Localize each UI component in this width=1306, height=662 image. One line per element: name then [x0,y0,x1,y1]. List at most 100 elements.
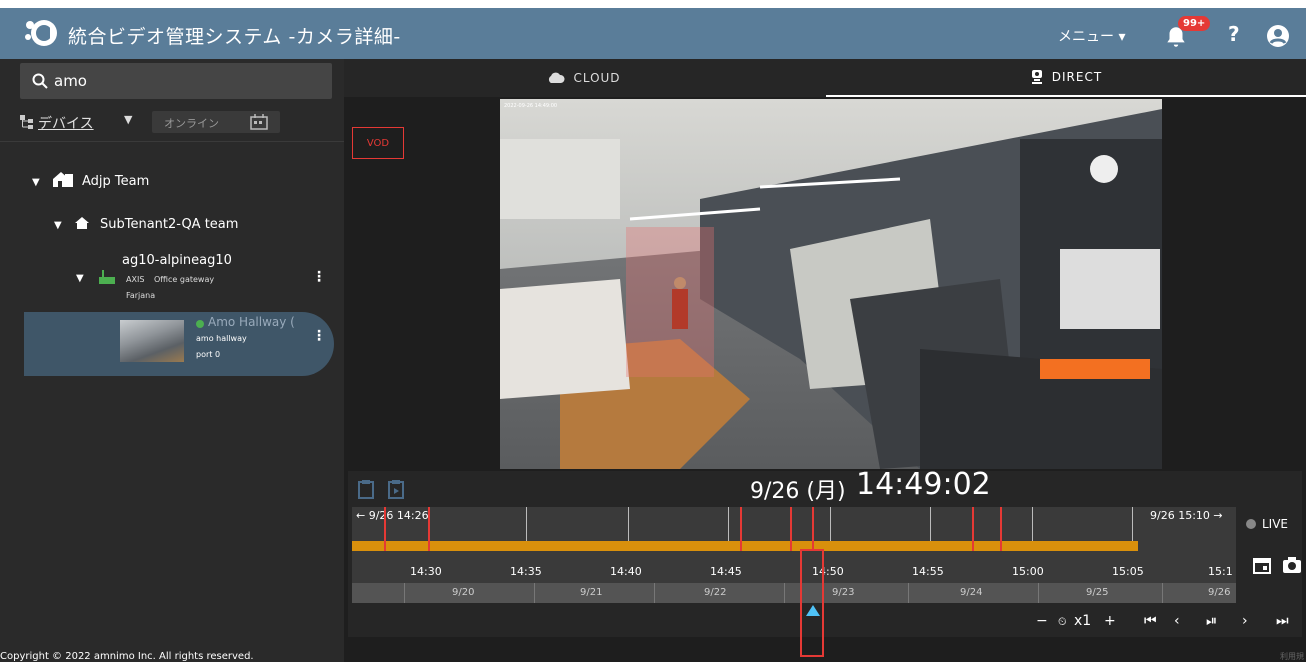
speed-value: x1 [1074,613,1092,629]
app-title: 統合ビデオ管理システム -カメラ詳細- [68,26,401,48]
tree-item-gateway[interactable]: ▼ ag10-alpineag10 AXIS Office gateway Fa… [76,253,334,305]
hour-label: 15:05 [1112,565,1144,578]
timeline-track[interactable]: ← 9/26 14:26 9/26 15:10 → [352,507,1236,561]
caret-down-icon[interactable]: ▼ [76,273,84,284]
range-end[interactable]: 9/26 15:10 → [1150,509,1223,522]
main-panel: CLOUD DIRECT VOD 2022-09-26 14:49:00 9/2… [344,59,1306,662]
terms-link[interactable]: 利用規 [1280,651,1304,662]
day-label: 9/25 [1086,587,1109,598]
tree-item-camera[interactable]: Amo Hallway ( amo hallway port 0 ⋮ [24,312,334,376]
cloud-icon [549,72,565,83]
tree-item-tenant[interactable]: ▼ Adjp Team [32,170,149,189]
event-marker[interactable] [972,507,974,551]
playhead-highlight-box [800,549,824,657]
hour-label: 14:40 [610,565,642,578]
recording-bar [352,541,1138,551]
event-marker[interactable] [428,507,430,551]
gateway-name: ag10-alpineag10 [122,253,232,268]
logo-icon [25,20,57,46]
speed-icon: ⏲ [1058,615,1067,628]
menu-button[interactable]: メニュー ▾ [1058,26,1125,46]
event-marker[interactable] [1000,507,1002,551]
tab-cloud-label: CLOUD [573,71,621,85]
copyright: Copyright © 2022 amnimo Inc. All rights … [0,651,254,662]
camera-icon [1031,70,1042,84]
tab-bar: CLOUD DIRECT [344,59,1306,97]
building-icon [52,172,73,187]
device-select[interactable]: デバイス [38,113,94,133]
calendar-icon[interactable] [1252,555,1272,575]
calendar-filter-icon[interactable] [250,114,268,130]
day-label: 9/22 [704,587,727,598]
play-pause-icon[interactable]: ⏯ [1206,613,1217,629]
gateway-brand: AXIS [126,275,145,284]
current-date: 9/26 (月) [750,479,846,504]
day-separator [534,583,535,603]
camera-location: amo hallway [196,334,247,343]
live-label: LIVE [1262,517,1289,531]
day-label: 9/23 [832,587,855,598]
camera-thumbnail [120,320,184,362]
clipboard-play-icon[interactable] [386,479,406,499]
caret-down-icon[interactable]: ▼ [54,220,62,231]
zoom-in-button[interactable]: + [1104,613,1116,629]
camera-view-image: 2022-09-26 14:49:00 [500,99,1162,469]
hour-label: 15:1 [1208,565,1233,578]
day-label: 9/20 [452,587,475,598]
skip-end-icon[interactable]: ⏭ [1276,613,1289,629]
tab-cloud[interactable]: CLOUD [344,59,824,97]
tab-direct[interactable]: DIRECT [826,59,1306,97]
day-separator [1162,583,1163,603]
day-label: 9/21 [580,587,603,598]
search-box[interactable] [20,63,332,99]
day-separator [1038,583,1039,603]
notification-badge: 99+ [1178,16,1211,31]
day-label: 9/24 [960,587,983,598]
event-marker[interactable] [812,507,814,551]
top-header: 統合ビデオ管理システム -カメラ詳細- メニュー ▾ 99+ ? [0,0,1306,59]
clipboard-icon[interactable] [356,479,376,499]
hour-scale[interactable]: 14:30 14:35 14:40 14:45 14:50 14:55 15:0… [352,561,1236,583]
day-separator [784,583,785,603]
tenant-label: Adjp Team [81,174,150,189]
skip-start-icon[interactable]: ⏮ [1144,613,1157,629]
tree-item-subtenant[interactable]: ▼ SubTenant2-QA team [54,216,238,232]
gateway-icon [99,270,115,284]
help-icon[interactable]: ? [1228,22,1240,46]
range-start[interactable]: ← 9/26 14:26 [356,509,429,522]
day-separator [404,583,405,603]
event-marker[interactable] [790,507,792,551]
snapshot-icon[interactable] [1282,555,1302,575]
search-icon [32,73,48,89]
subtenant-label: SubTenant2-QA team [99,217,239,232]
step-forward-icon[interactable]: › [1242,613,1248,629]
online-filter[interactable]: オンライン [152,111,280,133]
event-marker[interactable] [740,507,742,551]
more-vert-icon[interactable]: ⋮ [312,328,326,344]
timeline-panel: 9/26 (月) 14:49:02 ← 9/26 14:26 9/26 15:1… [348,467,1302,657]
online-status-dot [196,320,204,328]
divider [0,141,344,142]
caret-down-icon[interactable]: ▼ [32,177,40,188]
app-root: 統合ビデオ管理システム -カメラ詳細- メニュー ▾ 99+ ? デバイス [0,0,1306,662]
event-marker[interactable] [384,507,386,551]
day-label: 9/26 [1208,587,1231,598]
hour-label: 14:55 [912,565,944,578]
account-icon[interactable] [1266,24,1290,48]
search-input[interactable] [54,63,314,99]
more-vert-icon[interactable]: ⋮ [312,269,326,285]
step-back-icon[interactable]: ‹ [1174,613,1180,629]
camera-name: Amo Hallway ( [208,315,295,329]
video-player[interactable]: 2022-09-26 14:49:00 [500,99,1162,469]
home-icon [74,217,89,229]
online-filter-label: オンライン [164,117,219,130]
vod-button[interactable]: VOD [352,127,404,159]
hour-label: 14:45 [710,565,742,578]
day-scale[interactable]: 9/20 9/21 9/22 9/23 9/24 9/25 9/26 [352,583,1236,603]
gateway-type: Office gateway [154,275,215,284]
live-dot-icon [1246,519,1256,529]
live-button[interactable]: LIVE [1246,517,1288,531]
zoom-out-button[interactable]: − [1036,613,1048,629]
chevron-down-icon[interactable]: ▼ [124,113,132,126]
tab-direct-label: DIRECT [1051,70,1103,84]
